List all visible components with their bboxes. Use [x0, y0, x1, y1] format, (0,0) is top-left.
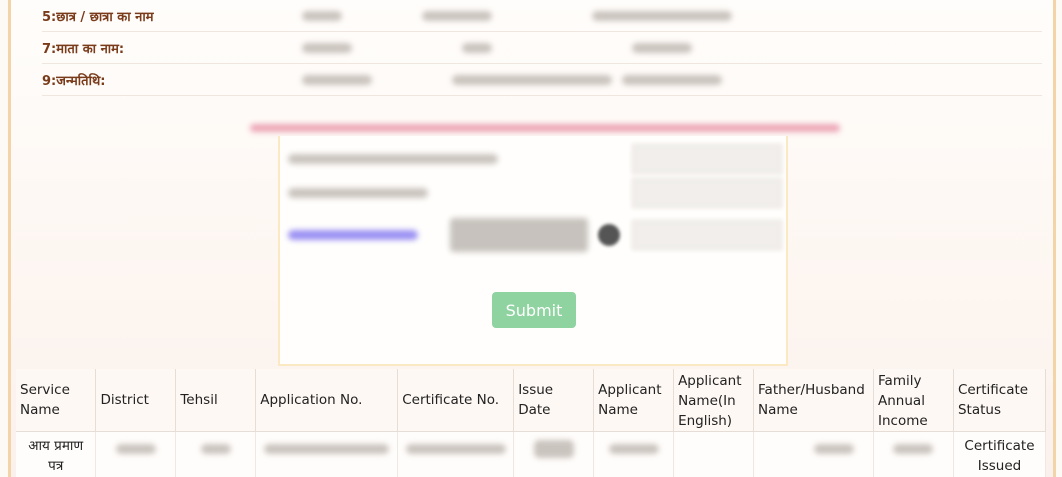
refresh-icon[interactable]	[598, 224, 620, 246]
cell-redacted	[753, 431, 875, 477]
cell-service-name: आय प्रमाण पत्र	[16, 431, 97, 477]
form-line	[288, 180, 428, 206]
submit-button[interactable]: Submit	[492, 292, 576, 328]
field-row-student-name: 5:छात्र / छात्रा का नाम	[42, 0, 1042, 32]
cell-redacted	[593, 431, 675, 477]
col-header: Certificate No.	[397, 369, 515, 431]
redacted-value	[302, 42, 352, 53]
field-label-student-name: 5:छात्र / छात्रा का नाम	[42, 9, 154, 25]
cell-redacted	[513, 431, 595, 477]
field-row-mother-name: 7:माता का नाम:	[42, 32, 1042, 64]
results-table: Service Name District Tehsil Application…	[16, 369, 1047, 477]
table-header-row: Service Name District Tehsil Application…	[16, 369, 1047, 431]
col-header: Father/Husband Name	[753, 369, 875, 431]
redacted-input[interactable]	[632, 144, 782, 174]
cell-empty	[673, 431, 755, 477]
col-header: Application No.	[255, 369, 399, 431]
cell-redacted	[175, 431, 257, 477]
form-line	[288, 146, 498, 172]
redacted-value	[462, 42, 492, 53]
cell-certificate-status: Certificate Issued	[953, 431, 1047, 477]
cell-redacted	[95, 431, 177, 477]
verification-form: Submit	[278, 136, 788, 366]
redacted-input[interactable]	[632, 178, 782, 208]
redacted-notice	[250, 120, 850, 136]
cell-redacted	[873, 431, 954, 477]
redacted-captcha-label	[288, 230, 418, 240]
captcha-image	[450, 218, 588, 252]
redacted-value	[302, 10, 342, 21]
col-header: Issue Date	[513, 369, 595, 431]
redacted-value	[632, 42, 692, 53]
col-header: Service Name	[16, 369, 97, 431]
redacted-label	[288, 188, 428, 198]
form-line	[288, 222, 418, 248]
redacted-value	[592, 10, 732, 21]
col-header: Certificate Status	[953, 369, 1047, 431]
field-label-dob: 9:जन्मतिथि:	[42, 73, 106, 89]
col-header: Applicant Name(In English)	[673, 369, 755, 431]
redacted-value	[452, 74, 612, 85]
redacted-value	[302, 74, 372, 85]
field-row-dob: 9:जन्मतिथि:	[42, 64, 1042, 96]
redacted-value	[622, 74, 722, 85]
cell-redacted	[397, 431, 515, 477]
captcha-input[interactable]	[632, 220, 782, 250]
col-header: Tehsil	[175, 369, 257, 431]
field-label-mother-name: 7:माता का नाम:	[42, 41, 125, 57]
redacted-notice-text	[250, 124, 840, 132]
table-row: आय प्रमाण पत्र Certificate Issued	[16, 431, 1047, 477]
col-header: Applicant Name	[593, 369, 675, 431]
redacted-label	[288, 154, 498, 164]
cell-redacted	[255, 431, 399, 477]
col-header: District	[95, 369, 177, 431]
redacted-value	[422, 10, 492, 21]
col-header: Family Annual Income	[873, 369, 954, 431]
